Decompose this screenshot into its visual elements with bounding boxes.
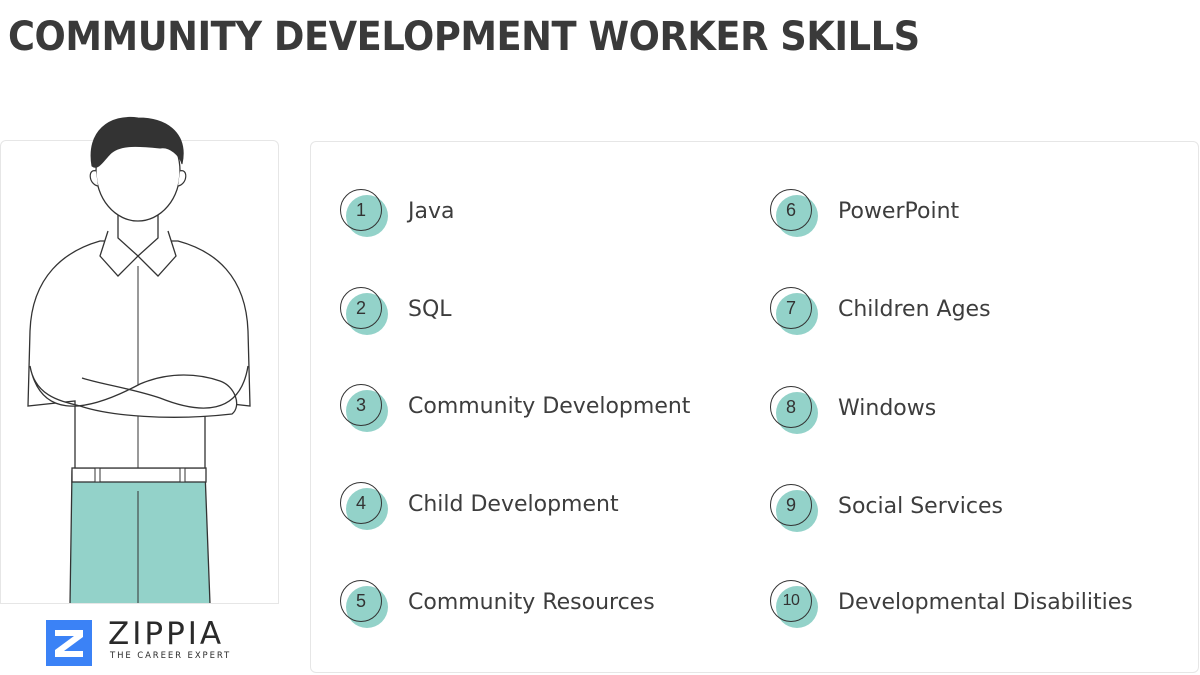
skill-number: 4 (355, 493, 366, 513)
skill-label: Child Development (408, 492, 619, 517)
logo-tagline: THE CAREER EXPERT (110, 651, 232, 661)
number-badge: 6 (769, 188, 819, 238)
number-badge: 3 (339, 383, 389, 433)
number-badge: 2 (339, 286, 389, 336)
skill-label: Windows (838, 396, 937, 421)
skill-number: 9 (785, 495, 796, 515)
skill-label: Community Resources (408, 590, 655, 615)
skill-number: 7 (785, 298, 796, 318)
skill-label: SQL (408, 297, 452, 322)
skill-number: 3 (355, 395, 366, 415)
skill-number: 2 (355, 298, 366, 318)
skill-item: 3 Community Development (339, 383, 739, 433)
skill-item: 5 Community Resources (339, 579, 739, 629)
skill-label: Children Ages (838, 297, 991, 322)
skill-item: 10 Developmental Disabilities (769, 579, 1189, 629)
skill-label: PowerPoint (838, 199, 960, 224)
skill-item: 8 Windows (769, 385, 1189, 435)
skill-label: Java (408, 199, 455, 224)
skill-number: 10 (782, 592, 800, 609)
skill-item: 4 Child Development (339, 481, 739, 531)
logo-name: ZIPPIA (108, 616, 225, 652)
skill-number: 6 (785, 200, 796, 220)
skill-item: 6 PowerPoint (769, 188, 1189, 238)
skill-item: 1 Java (339, 188, 739, 238)
skill-item: 2 SQL (339, 286, 739, 336)
skill-item: 9 Social Services (769, 483, 1189, 533)
number-badge: 8 (769, 385, 819, 435)
number-badge: 10 (769, 579, 819, 629)
skill-number: 1 (355, 200, 366, 220)
skill-label: Social Services (838, 494, 1003, 519)
skill-item: 7 Children Ages (769, 286, 1189, 336)
number-badge: 5 (339, 579, 389, 629)
number-badge: 4 (339, 481, 389, 531)
skill-number: 8 (785, 397, 796, 417)
skill-number: 5 (355, 591, 366, 611)
number-badge: 1 (339, 188, 389, 238)
skill-label: Developmental Disabilities (838, 590, 1133, 615)
zippia-logo-icon (46, 620, 92, 666)
page-title: COMMUNITY DEVELOPMENT WORKER SKILLS (8, 14, 920, 60)
skill-label: Community Development (408, 394, 691, 419)
person-arms-crossed-icon (27, 116, 251, 605)
number-badge: 9 (769, 483, 819, 533)
number-badge: 7 (769, 286, 819, 336)
